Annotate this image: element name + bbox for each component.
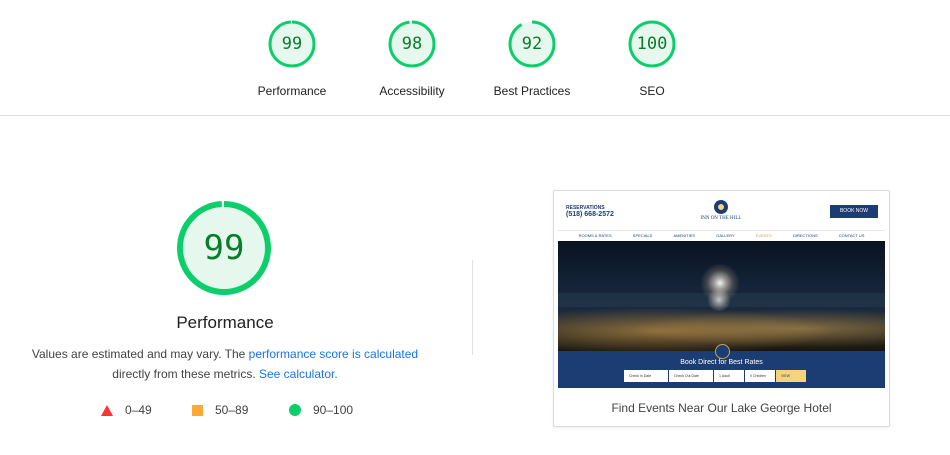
legend-pass: 90–100 — [289, 402, 353, 418]
phone-number: (518) 668-2572 — [566, 211, 614, 218]
performance-score: 99 — [203, 228, 245, 268]
performance-title: Performance — [176, 313, 274, 332]
logo-icon — [714, 200, 728, 214]
site-nav: ROOMS & RATES SPECIALS AMENITIES GALLERY… — [558, 230, 885, 240]
booking-band: Book Direct for Best Rates Check In Date… — [558, 344, 885, 388]
legend-range: 90–100 — [313, 403, 354, 417]
gauge-label: SEO — [639, 84, 665, 98]
see-calculator-link[interactable]: See calculator. — [259, 367, 338, 381]
site-logo: INN ON THE HILL — [701, 200, 741, 221]
triangle-icon — [101, 404, 113, 416]
site-header: RESERVATIONS (518) 668-2572 INN ON THE H… — [558, 196, 885, 240]
gauge-score: 98 — [401, 34, 423, 54]
legend-average: 50–89 — [192, 402, 248, 418]
site-preview: RESERVATIONS (518) 668-2572 INN ON THE H… — [558, 196, 885, 388]
book-now-button: BOOK NOW — [830, 205, 878, 218]
nav-item: SPECIALS — [632, 233, 653, 238]
desc-text: Values are estimated and may vary. The — [31, 347, 249, 361]
gauge-label: Accessibility — [379, 84, 445, 98]
gauge-seo[interactable]: 100 SEO — [597, 20, 707, 98]
performance-gauge-large: 99 — [176, 200, 272, 296]
booking-form: Check In Date Check Out Date 1 Adult 0 C… — [624, 370, 807, 388]
gauge-score: 99 — [281, 34, 303, 54]
legend-range: 0–49 — [125, 403, 152, 417]
gauge-accessibility[interactable]: 98 Accessibility — [357, 20, 467, 98]
gauge-score: 100 — [636, 34, 668, 54]
nav-item: DIRECTIONS — [792, 233, 818, 238]
view-rates-button: VIEW RATES — [776, 370, 806, 388]
nav-item: AMENITIES — [673, 233, 696, 238]
gauge-ring: 98 — [388, 20, 436, 68]
gauge-ring: 100 — [628, 20, 676, 68]
nav-item-active: EVENTS — [755, 233, 772, 238]
gauge-performance[interactable]: 99 Performance — [237, 20, 347, 98]
final-screenshot[interactable]: RESERVATIONS (518) 668-2572 INN ON THE H… — [553, 190, 890, 427]
divider — [472, 260, 473, 355]
children-select: 0 Children — [745, 370, 775, 382]
gauge-best-practices[interactable]: 92 Best Practices — [477, 20, 587, 98]
gauge-ring: 99 — [268, 20, 316, 68]
adults-select: 1 Adult — [714, 370, 744, 382]
gauge-label: Best Practices — [493, 84, 571, 98]
emblem-icon — [715, 344, 730, 359]
check-in-field: Check In Date — [624, 370, 668, 382]
score-summary-bar: 99 Performance 98 Accessibility 92 Best … — [0, 0, 950, 116]
nav-item: CONTACT US — [838, 233, 865, 238]
firework-icon — [706, 289, 732, 311]
desc-text: directly from these metrics. — [112, 367, 259, 381]
legend-fail: 0–49 — [101, 402, 152, 418]
booking-title: Book Direct for Best Rates — [680, 359, 763, 366]
check-out-field: Check Out Date — [669, 370, 713, 382]
nav-item: GALLERY — [716, 233, 735, 238]
gauge-score: 92 — [521, 34, 543, 54]
gauge-label: Performance — [257, 84, 327, 98]
legend-range: 50–89 — [215, 403, 249, 417]
circle-icon — [289, 404, 301, 416]
logo-text: INN ON THE HILL — [700, 216, 742, 221]
gauge-ring: 92 — [508, 20, 556, 68]
score-calculation-link[interactable]: performance score is calculated — [249, 347, 418, 361]
screenshot-caption: Find Events Near Our Lake George Hotel — [611, 401, 832, 415]
square-icon — [192, 404, 203, 416]
performance-description: Values are estimated and may vary. The p… — [20, 344, 430, 384]
nav-item: ROOMS & RATES — [578, 233, 612, 238]
hero-image-fireworks — [558, 241, 885, 351]
